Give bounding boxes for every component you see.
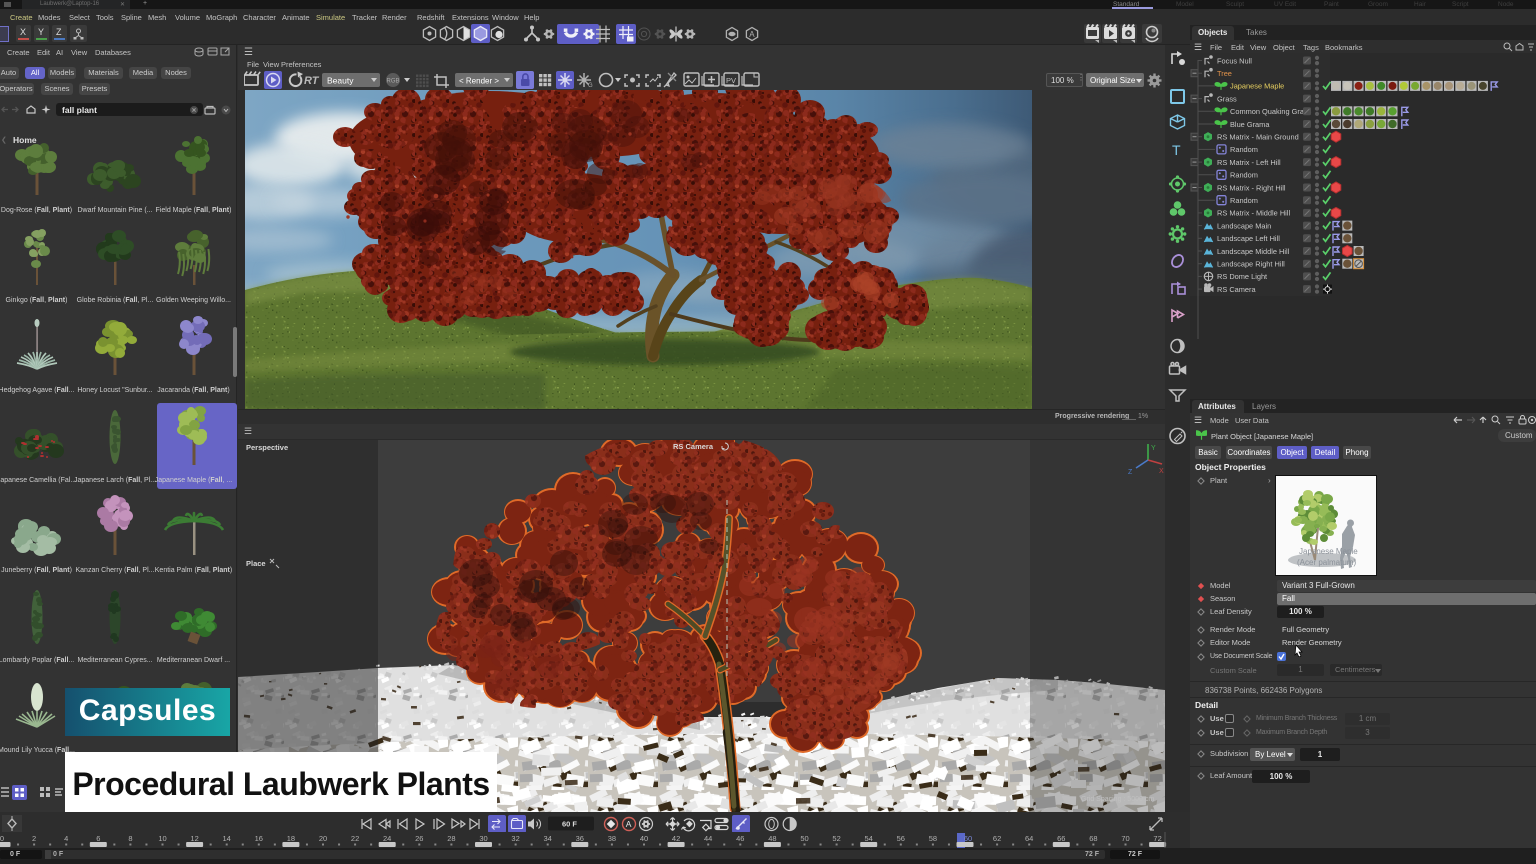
svg-text:RS Matrix - Right Hill: RS Matrix - Right Hill [1217, 183, 1286, 192]
svg-text:60 F: 60 F [562, 820, 577, 829]
svg-text:44: 44 [704, 834, 712, 843]
svg-text:2: 2 [32, 834, 36, 843]
svg-text:Blue Grama: Blue Grama [1230, 120, 1270, 129]
svg-text:RS Matrix - Left Hill: RS Matrix - Left Hill [1217, 158, 1281, 167]
svg-text:16: 16 [255, 834, 263, 843]
svg-text:24: 24 [383, 834, 391, 843]
svg-text:14: 14 [223, 834, 231, 843]
svg-text:18: 18 [287, 834, 295, 843]
svg-text:50: 50 [800, 834, 808, 843]
svg-text:RGB: RGB [387, 79, 400, 85]
svg-text:4: 4 [64, 834, 68, 843]
svg-text:X: X [1159, 468, 1164, 475]
svg-text:40: 40 [640, 834, 648, 843]
svg-text:Japanese Maple: Japanese Maple [1299, 547, 1358, 556]
svg-text:Landscape Left Hill: Landscape Left Hill [1217, 234, 1280, 243]
svg-text:20: 20 [319, 834, 327, 843]
svg-text:38: 38 [608, 834, 616, 843]
svg-text:Grid Spacing : 5000 cm: Grid Spacing : 5000 cm [1081, 796, 1154, 803]
svg-text:Place: Place [246, 559, 266, 568]
svg-text:46: 46 [736, 834, 744, 843]
svg-text:28: 28 [447, 834, 455, 843]
svg-text:Focus Null: Focus Null [1217, 56, 1252, 65]
svg-text:Z: Z [1128, 469, 1133, 476]
svg-text:Random: Random [1230, 196, 1258, 205]
svg-text:Beauty: Beauty [327, 76, 354, 86]
svg-text:34: 34 [544, 834, 552, 843]
svg-text:RS Camera: RS Camera [1217, 285, 1256, 294]
svg-text:A: A [626, 819, 632, 829]
svg-text:48: 48 [768, 834, 776, 843]
svg-text:70: 70 [1121, 834, 1129, 843]
svg-text:A: A [749, 30, 755, 39]
svg-text:RS Dome Light: RS Dome Light [1217, 272, 1267, 281]
svg-text:G: G [588, 83, 593, 89]
svg-text:Japanese Maple: Japanese Maple [1230, 82, 1284, 91]
svg-text:54: 54 [865, 834, 873, 843]
svg-text:Landscape Right Hill: Landscape Right Hill [1217, 260, 1285, 269]
svg-text:Perspective: Perspective [246, 443, 288, 452]
svg-text:68: 68 [1089, 834, 1097, 843]
svg-text:42: 42 [672, 834, 680, 843]
svg-text:Random: Random [1230, 171, 1258, 180]
svg-text:< Render >: < Render > [459, 77, 499, 86]
svg-text:66: 66 [1057, 834, 1065, 843]
svg-text:Random: Random [1230, 145, 1258, 154]
svg-text:56: 56 [897, 834, 905, 843]
svg-text:Y: Y [1151, 445, 1156, 452]
svg-text:22: 22 [351, 834, 359, 843]
svg-text:10: 10 [158, 834, 166, 843]
svg-text:0: 0 [0, 834, 4, 843]
svg-text:62: 62 [993, 834, 1001, 843]
svg-text:T: T [1172, 142, 1181, 158]
svg-text:32: 32 [511, 834, 519, 843]
svg-text:(Acer palmatum): (Acer palmatum) [1297, 558, 1356, 567]
svg-text:RS Matrix - Main Ground: RS Matrix - Main Ground [1217, 133, 1299, 142]
svg-text:12: 12 [190, 834, 198, 843]
svg-text:RT: RT [304, 75, 320, 87]
svg-text:RS Camera: RS Camera [673, 442, 714, 451]
svg-text:Tree: Tree [1217, 69, 1232, 78]
svg-text:Landscape Middle Hill: Landscape Middle Hill [1217, 247, 1290, 256]
svg-text:RS Matrix - Middle Hill: RS Matrix - Middle Hill [1217, 209, 1290, 218]
svg-text:6: 6 [96, 834, 100, 843]
svg-text:26: 26 [415, 834, 423, 843]
svg-text:Landscape Main: Landscape Main [1217, 221, 1271, 230]
svg-text:PV: PV [726, 76, 736, 85]
svg-text:58: 58 [929, 834, 937, 843]
svg-text:60: 60 [964, 834, 972, 843]
svg-text:30: 30 [479, 834, 487, 843]
svg-text:8: 8 [128, 834, 132, 843]
svg-text:64: 64 [1025, 834, 1033, 843]
svg-text:72: 72 [1153, 834, 1161, 843]
svg-text:Grass: Grass [1217, 94, 1237, 103]
svg-text:Common Quaking Grass: Common Quaking Grass [1230, 107, 1312, 116]
svg-text:36: 36 [576, 834, 584, 843]
svg-text:52: 52 [832, 834, 840, 843]
